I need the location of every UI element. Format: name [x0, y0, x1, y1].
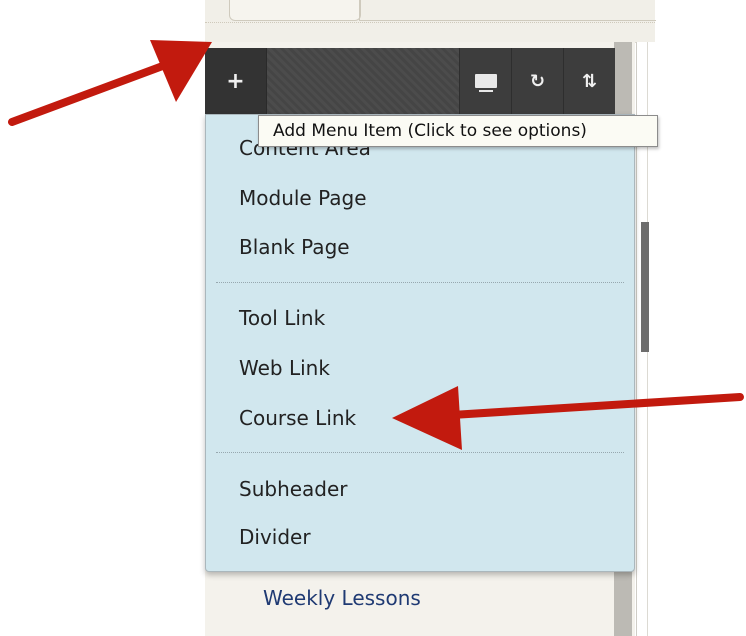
arrow-pointing-to-course-link	[392, 386, 744, 450]
arrow-pointing-to-add	[8, 40, 212, 126]
annotation-arrow-add-button	[8, 40, 744, 450]
